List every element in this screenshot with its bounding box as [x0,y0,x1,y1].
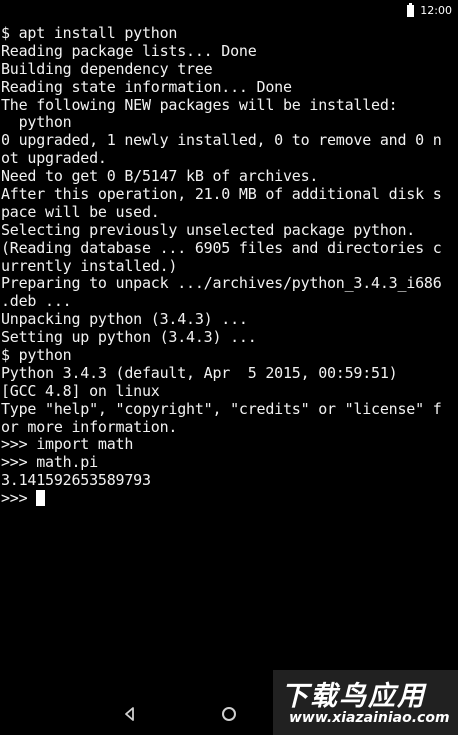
terminal-line: pace will be used. [1,202,160,221]
terminal-line: [GCC 4.8] on linux [1,381,160,400]
terminal-line: Python 3.4.3 (default, Apr 5 2015, 00:59… [1,363,398,382]
terminal-line: $ python [1,346,72,365]
status-indicators: 12:00 [407,2,452,17]
status-time: 12:00 [420,4,452,17]
terminal-line: >>> import math [1,435,134,454]
back-triangle-icon [125,707,134,721]
terminal-line: Reading state information... Done [1,77,292,96]
text-cursor [36,490,46,507]
terminal-line: Reading package lists... Done [1,41,257,60]
terminal-line: Type "help", "copyright", "credits" or "… [1,399,442,418]
terminal-line: Need to get 0 B/5147 kB of archives. [1,167,319,186]
terminal-line: Selecting previously unselected package … [1,220,416,239]
terminal-line: The following NEW packages will be insta… [1,95,398,114]
watermark-url: www.xiazainiao.com [289,710,450,726]
home-button[interactable] [217,702,241,726]
watermark-logo: 下载鸟应用 www.xiazainiao.com [273,670,458,735]
watermark-title: 下载鸟应用 [281,681,426,712]
terminal-line: python [1,113,72,132]
terminal-line: Preparing to unpack .../archives/python_… [1,274,442,293]
terminal-line: $ apt install python [1,25,178,42]
terminal-line: urrently installed.) [1,256,178,275]
terminal-line: After this operation, 21.0 MB of additio… [1,185,442,204]
battery-icon [407,2,415,17]
terminal-line: .deb ... [1,292,72,311]
terminal-line: (Reading database ... 6905 files and dir… [1,238,442,257]
terminal-line: Unpacking python (3.4.3) ... [1,310,248,329]
terminal-line: >>> math.pi [1,453,98,472]
terminal-line: 3.141592653589793 [1,471,151,490]
terminal-line: 0 upgraded, 1 newly installed, 0 to remo… [1,131,442,150]
terminal-line: Building dependency tree [1,59,213,78]
home-circle-icon [222,707,236,721]
terminal-line: or more information. [1,417,178,436]
terminal-output[interactable]: $ apt install python Reading package list… [1,25,458,665]
back-button[interactable] [118,702,142,726]
terminal-line: Setting up python (3.4.3) ... [1,328,257,347]
terminal-line: >>> [1,489,458,508]
terminal-line: ot upgraded. [1,149,107,168]
status-bar: 12:00 [0,0,458,24]
